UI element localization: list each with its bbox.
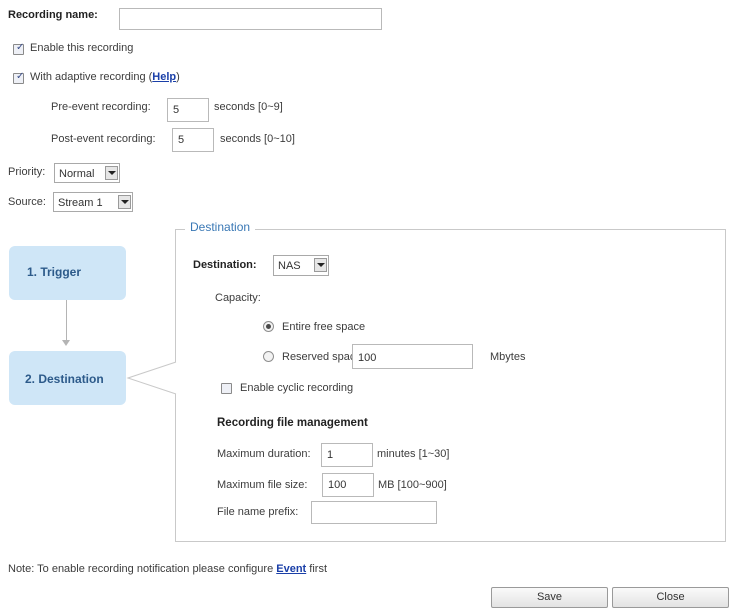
file-management-heading: Recording file management [217,417,368,429]
destination-legend: Destination [185,220,256,234]
note-text: Note: To enable recording notification p… [8,563,327,575]
adaptive-label-suffix: ) [176,71,180,83]
cyclic-recording-checkbox[interactable] [221,383,232,394]
dropdown-arrow-icon [314,258,327,272]
post-event-unit: seconds [0~10] [220,133,295,145]
source-label: Source: [8,196,46,208]
source-select[interactable]: Stream 1 [53,192,133,212]
max-file-size-unit: MB [100~900] [378,479,447,491]
step-destination[interactable]: 2. Destination [9,351,126,405]
step-destination-label: 2. Destination [25,372,104,386]
adaptive-label-text: With adaptive recording ( [30,71,153,83]
checkmark-icon: ✓ [16,71,25,82]
enable-recording-label: Enable this recording [30,42,134,54]
reserved-space-radio[interactable] [263,351,274,362]
entire-free-space-label: Entire free space [282,321,366,333]
max-duration-label: Maximum duration: [217,448,311,460]
help-link[interactable]: Help [152,71,176,83]
max-file-size-input[interactable]: 100 [322,473,374,497]
entire-free-space-radio[interactable] [263,321,274,332]
step-connector-arrow-icon [62,340,70,346]
close-button[interactable]: Close [612,587,729,608]
step-connector-line [66,300,67,344]
recording-name-input[interactable] [119,8,382,30]
dropdown-arrow-icon [118,195,131,209]
source-value: Stream 1 [58,197,103,209]
priority-select[interactable]: Normal [54,163,120,183]
adaptive-recording-label: With adaptive recording (Help) [30,71,180,83]
post-event-input[interactable]: 5 [172,128,214,152]
cyclic-recording-label: Enable cyclic recording [240,382,354,394]
pre-event-input[interactable]: 5 [167,98,209,122]
step-trigger[interactable]: 1. Trigger [9,246,126,300]
radio-dot [266,324,271,329]
priority-label: Priority: [8,166,46,178]
max-duration-input[interactable]: 1 [321,443,373,467]
pre-event-label: Pre-event recording: [51,101,151,113]
note-prefix: Note: To enable recording notification p… [8,563,277,575]
event-link[interactable]: Event [276,563,306,575]
panel-pointer [126,361,178,395]
file-name-prefix-input[interactable] [311,501,437,524]
pre-event-unit: seconds [0~9] [214,101,283,113]
step-trigger-label: 1. Trigger [27,265,82,279]
enable-recording-checkbox[interactable]: ✓ [13,42,25,55]
save-button[interactable]: Save [491,587,608,608]
file-name-prefix-label: File name prefix: [217,506,299,518]
destination-value: NAS [278,260,301,272]
adaptive-recording-checkbox[interactable]: ✓ [13,71,25,84]
recording-name-label: Recording name: [8,9,98,21]
post-event-label: Post-event recording: [51,133,156,145]
checkmark-icon: ✓ [16,42,25,53]
capacity-label: Capacity: [215,292,261,304]
reserved-space-unit: Mbytes [490,351,526,363]
destination-label: Destination: [193,259,257,271]
dropdown-arrow-icon [105,166,118,180]
max-duration-unit: minutes [1~30] [377,448,450,460]
priority-value: Normal [59,168,95,180]
max-file-size-label: Maximum file size: [217,479,308,491]
note-suffix: first [306,563,327,575]
destination-select[interactable]: NAS [273,255,329,276]
reserved-space-input[interactable]: 100 [352,344,473,369]
